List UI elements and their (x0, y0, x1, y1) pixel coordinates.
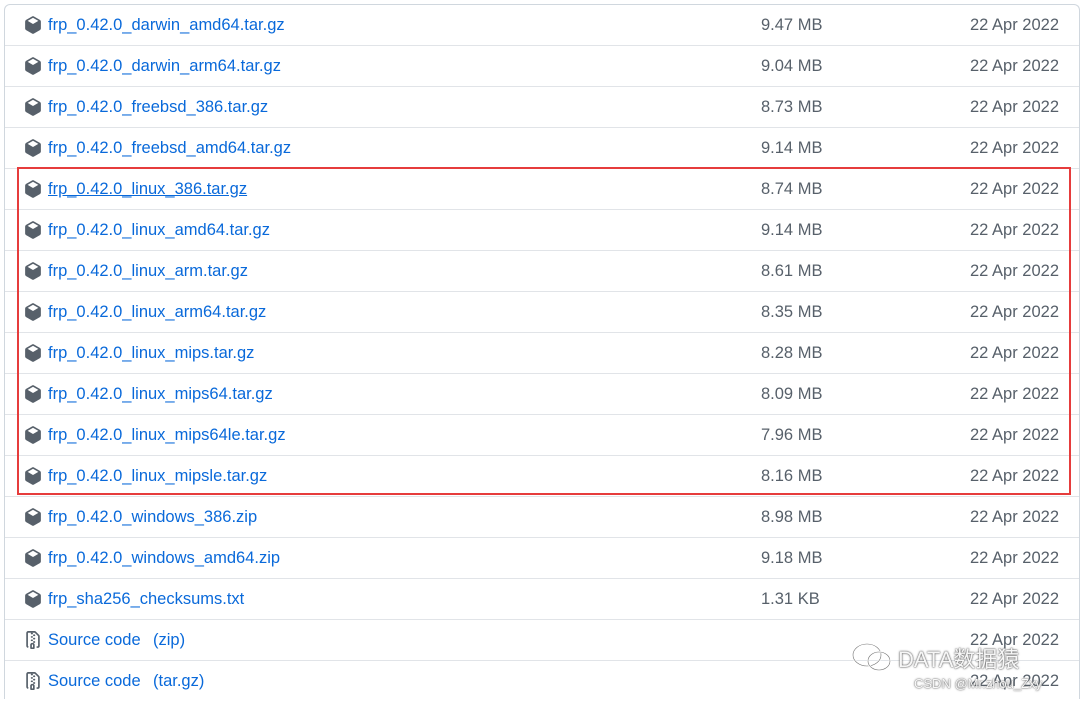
package-icon (24, 98, 42, 116)
asset-row: frp_0.42.0_linux_mips64le.tar.gz 7.96 MB 2… (5, 415, 1079, 456)
package-icon (24, 180, 42, 198)
asset-size: 8.09 MB (761, 385, 823, 403)
asset-link[interactable]: frp_0.42.0_linux_arm.tar.gz (48, 251, 248, 292)
asset-size: 9.18 MB (761, 549, 823, 567)
asset-date: 22 Apr 2022 (970, 303, 1059, 321)
asset-date: 22 Apr 2022 (970, 221, 1059, 239)
asset-row: frp_0.42.0_darwin_amd64.tar.gz 9.47 MB 22 … (5, 5, 1079, 46)
source-code-row: Source code (tar.gz) 22 Apr 2022 (5, 661, 1079, 702)
asset-date: 22 Apr 2022 (970, 180, 1059, 198)
asset-size: 8.74 MB (761, 180, 823, 198)
asset-link[interactable]: frp_0.42.0_linux_arm64.tar.gz (48, 292, 266, 333)
assets-list: frp_0.42.0_darwin_amd64.tar.gz 9.47 MB 22 … (4, 4, 1080, 699)
asset-date: 22 Apr 2022 (970, 262, 1059, 280)
asset-size: 7.96 MB (761, 426, 823, 444)
asset-row: frp_0.42.0_linux_arm64.tar.gz 8.35 MB 22 A… (5, 292, 1079, 333)
package-icon (24, 344, 42, 362)
source-code-link[interactable]: Source code (48, 620, 141, 661)
source-code-link[interactable]: Source code (48, 661, 141, 702)
package-icon (24, 385, 42, 403)
asset-size: 8.61 MB (761, 262, 823, 280)
file-zip-icon (24, 631, 42, 649)
package-icon (24, 426, 42, 444)
source-code-format[interactable]: (zip) (153, 620, 185, 661)
package-icon (24, 508, 42, 526)
asset-date: 22 Apr 2022 (970, 139, 1059, 157)
asset-size: 8.35 MB (761, 303, 823, 321)
package-icon (24, 467, 42, 485)
asset-link[interactable]: frp_0.42.0_linux_mips64le.tar.gz (48, 415, 286, 456)
asset-row: frp_0.42.0_linux_amd64.tar.gz 9.14 MB 22 A… (5, 210, 1079, 251)
asset-size: 8.73 MB (761, 98, 823, 116)
asset-row: frp_0.42.0_freebsd_amd64.tar.gz 9.14 MB 22… (5, 128, 1079, 169)
asset-row: frp_0.42.0_linux_mips.tar.gz 8.28 MB 22 Ap… (5, 333, 1079, 374)
asset-link[interactable]: frp_0.42.0_linux_mipsle.tar.gz (48, 456, 267, 497)
asset-date: 22 Apr 2022 (970, 426, 1059, 444)
asset-link[interactable]: frp_0.42.0_freebsd_amd64.tar.gz (48, 128, 291, 169)
asset-row: frp_0.42.0_darwin_arm64.tar.gz 9.04 MB 22 … (5, 46, 1079, 87)
package-icon (24, 139, 42, 157)
asset-row: frp_0.42.0_linux_386.tar.gz 8.74 MB 22 Apr… (5, 169, 1079, 210)
asset-row: frp_0.42.0_linux_mipsle.tar.gz 8.16 MB 22 … (5, 456, 1079, 497)
asset-size: 9.47 MB (761, 16, 823, 34)
package-icon (24, 262, 42, 280)
package-icon (24, 57, 42, 75)
source-code-format[interactable]: (tar.gz) (153, 661, 204, 702)
asset-link[interactable]: frp_0.42.0_linux_mips.tar.gz (48, 333, 254, 374)
asset-date: 22 Apr 2022 (970, 549, 1059, 567)
asset-size: 8.28 MB (761, 344, 823, 362)
asset-row: frp_0.42.0_linux_mips64.tar.gz 8.09 MB 22 … (5, 374, 1079, 415)
asset-row: frp_0.42.0_windows_amd64.zip 9.18 MB 22 Ap… (5, 538, 1079, 579)
asset-row: frp_sha256_checksums.txt 1.31 KB 22 Apr 20… (5, 579, 1079, 620)
asset-date: 22 Apr 2022 (970, 385, 1059, 403)
package-icon (24, 590, 42, 608)
asset-link[interactable]: frp_0.42.0_windows_386.zip (48, 497, 257, 538)
asset-row: frp_0.42.0_linux_arm.tar.gz 8.61 MB 22 Apr… (5, 251, 1079, 292)
asset-date: 22 Apr 2022 (970, 98, 1059, 116)
asset-link[interactable]: frp_0.42.0_darwin_amd64.tar.gz (48, 5, 285, 46)
asset-link[interactable]: frp_0.42.0_linux_386.tar.gz (48, 169, 247, 210)
asset-size: 1.31 KB (761, 590, 820, 608)
asset-date: 22 Apr 2022 (970, 16, 1059, 34)
asset-size: 8.98 MB (761, 508, 823, 526)
asset-link[interactable]: frp_0.42.0_windows_amd64.zip (48, 538, 280, 579)
asset-date: 22 Apr 2022 (970, 590, 1059, 608)
asset-link[interactable]: frp_0.42.0_linux_amd64.tar.gz (48, 210, 270, 251)
asset-size: 9.14 MB (761, 139, 823, 157)
asset-row: frp_0.42.0_windows_386.zip 8.98 MB 22 Apr … (5, 497, 1079, 538)
asset-link[interactable]: frp_0.42.0_darwin_arm64.tar.gz (48, 46, 281, 87)
asset-size: 9.04 MB (761, 57, 823, 75)
package-icon (24, 303, 42, 321)
asset-date: 22 Apr 2022 (970, 57, 1059, 75)
asset-size: 8.16 MB (761, 467, 823, 485)
asset-size: 9.14 MB (761, 221, 823, 239)
asset-row: frp_0.42.0_freebsd_386.tar.gz 8.73 MB 22 A… (5, 87, 1079, 128)
asset-date: 22 Apr 2022 (970, 508, 1059, 526)
asset-link[interactable]: frp_0.42.0_freebsd_386.tar.gz (48, 87, 268, 128)
asset-link[interactable]: frp_sha256_checksums.txt (48, 579, 244, 620)
release-assets-page: frp_0.42.0_darwin_amd64.tar.gz 9.47 MB 22 … (0, 0, 1080, 703)
source-code-row: Source code (zip) 22 Apr 2022 (5, 620, 1079, 661)
file-zip-icon (24, 672, 42, 690)
asset-date: 22 Apr 2022 (970, 467, 1059, 485)
source-code-date: 22 Apr 2022 (970, 672, 1059, 690)
package-icon (24, 221, 42, 239)
source-code-date: 22 Apr 2022 (970, 631, 1059, 649)
package-icon (24, 16, 42, 34)
package-icon (24, 549, 42, 567)
asset-link[interactable]: frp_0.42.0_linux_mips64.tar.gz (48, 374, 273, 415)
asset-date: 22 Apr 2022 (970, 344, 1059, 362)
